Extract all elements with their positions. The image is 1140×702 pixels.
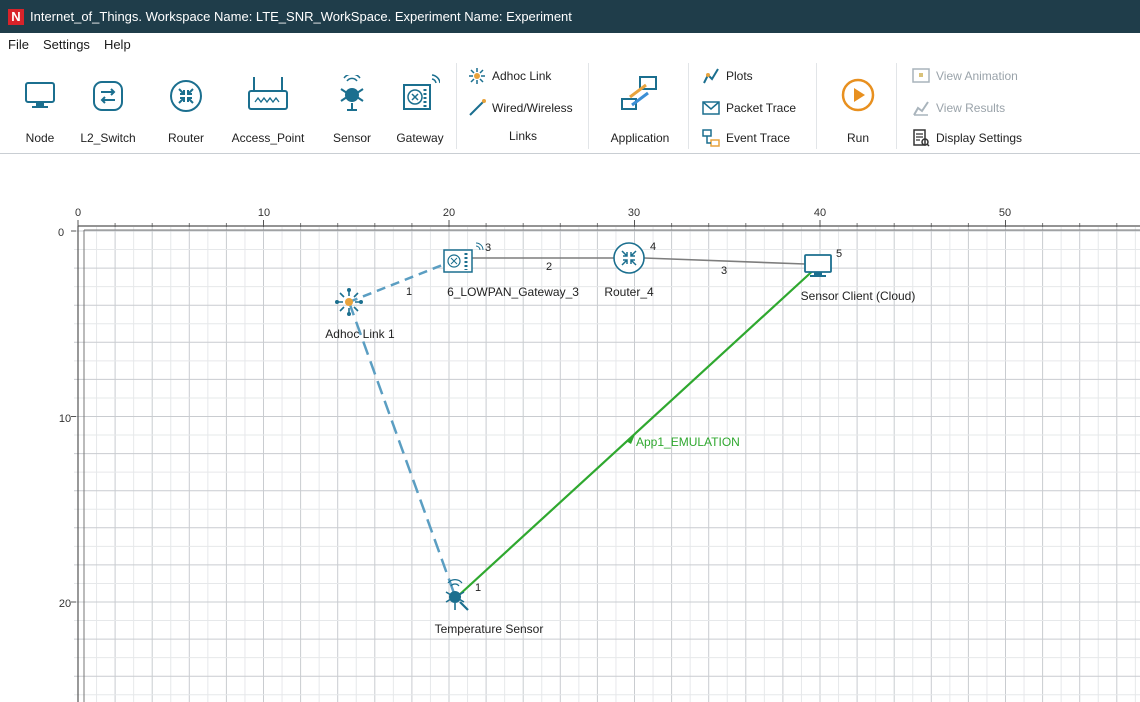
router-label: Router <box>167 131 205 145</box>
adhoc-link-label: Adhoc Link <box>492 69 552 83</box>
x-tick-10: 10 <box>258 207 270 219</box>
view-results-button[interactable]: View Results <box>912 99 1005 117</box>
gateway-label: Gateway <box>396 131 444 145</box>
display-settings-label: Display Settings <box>936 131 1023 145</box>
ribbon-separator <box>816 63 817 149</box>
menu-file[interactable]: File <box>8 37 29 52</box>
ribbon-separator <box>456 63 457 149</box>
display-settings-icon <box>913 129 930 147</box>
adhoc-link-button[interactable]: Adhoc Link <box>468 67 551 85</box>
animation-icon <box>912 68 930 83</box>
links-group-label: Links <box>509 129 537 143</box>
packet-trace-icon <box>702 101 720 115</box>
wired-link-icon <box>469 99 486 116</box>
y-tick-20: 20 <box>59 598 71 610</box>
adhoc-link-label: Adhoc Link 1 <box>325 327 395 341</box>
gateway-label: 6_LOWPAN_Gateway_3 <box>447 285 579 299</box>
ribbon-separator <box>896 63 897 149</box>
router-icon <box>170 80 202 112</box>
x-tick-0: 0 <box>75 207 81 219</box>
x-tick-30: 30 <box>628 207 640 219</box>
title-bar: N Internet_of_Things. Workspace Name: LT… <box>0 0 1140 33</box>
gateway-button[interactable]: Gateway <box>390 55 450 151</box>
x-tick-50: 50 <box>999 207 1011 219</box>
sensor-client-id: 5 <box>836 248 842 260</box>
ribbon-toolbar: Node L2_Switch Router Access_Point Senso… <box>0 55 1140 154</box>
l2-switch-label: L2_Switch <box>80 131 136 145</box>
y-tick-0: 0 <box>58 227 64 239</box>
display-settings-button[interactable]: Display Settings <box>912 129 1022 147</box>
event-trace-button[interactable]: Event Trace <box>702 129 790 147</box>
access-point-icon <box>248 77 288 110</box>
wired-wireless-label: Wired/Wireless <box>492 101 573 115</box>
window-title: Internet_of_Things. Workspace Name: LTE_… <box>30 9 572 24</box>
link-3-number: 3 <box>721 265 727 277</box>
run-button[interactable]: Run <box>828 55 888 151</box>
ribbon-separator <box>588 63 589 149</box>
adhoc-link-icon <box>469 68 485 84</box>
sensor-label: Sensor <box>332 131 372 145</box>
plots-label: Plots <box>726 69 753 83</box>
y-tick-10: 10 <box>59 413 71 425</box>
application-label: Application <box>610 131 670 145</box>
adhoc-link-node[interactable] <box>335 288 363 316</box>
results-icon <box>913 101 929 116</box>
router-id: 4 <box>650 241 656 253</box>
adhoc-link-to-sensor[interactable] <box>347 301 457 597</box>
links-label: Links <box>509 129 538 143</box>
event-trace-icon <box>702 129 720 147</box>
wired-wireless-button[interactable]: Wired/Wireless <box>468 99 573 117</box>
sensor-button[interactable]: Sensor <box>322 55 382 151</box>
view-results-label: View Results <box>936 101 1006 115</box>
monitor-icon <box>25 82 55 108</box>
run-label: Run <box>846 131 869 145</box>
link-2-number: 2 <box>546 261 552 273</box>
router-label: Router_4 <box>604 285 654 299</box>
design-canvas[interactable]: 0 10 20 30 40 50 0 10 20 1 2 3 3 6_LOWPA… <box>0 154 1140 702</box>
x-tick-40: 40 <box>814 207 826 219</box>
plots-icon <box>703 68 719 84</box>
packet-trace-button[interactable]: Packet Trace <box>702 99 796 117</box>
l2-switch-button[interactable]: L2_Switch <box>76 55 140 151</box>
event-trace-label: Event Trace <box>726 131 791 145</box>
sensor-icon <box>340 75 364 111</box>
packet-trace-label: Packet Trace <box>726 101 797 115</box>
sensor-client-label: Sensor Client (Cloud) <box>801 289 916 303</box>
application-icon <box>621 76 657 110</box>
node-button[interactable]: Node <box>14 55 66 151</box>
access-point-button[interactable]: Access_Point <box>226 55 310 151</box>
link-1-number: 1 <box>406 286 412 298</box>
view-animation-label: View Animation <box>936 69 1018 83</box>
temperature-sensor-label: Temperature Sensor <box>435 622 544 636</box>
app-logo-icon: N <box>8 8 24 25</box>
router-node[interactable] <box>613 242 645 274</box>
menu-settings[interactable]: Settings <box>43 37 90 52</box>
x-tick-20: 20 <box>443 207 455 219</box>
plots-button[interactable]: Plots <box>702 67 753 85</box>
play-icon <box>841 78 875 112</box>
gateway-id: 3 <box>485 242 491 254</box>
menu-help[interactable]: Help <box>104 37 131 52</box>
application-label: App1_EMULATION <box>636 435 740 449</box>
adhoc-link-to-gateway[interactable] <box>348 258 456 304</box>
access-point-label: Access_Point <box>231 131 305 145</box>
router-button[interactable]: Router <box>158 55 214 151</box>
temperature-sensor-id: 1 <box>475 582 481 594</box>
view-animation-button[interactable]: View Animation <box>912 67 1018 85</box>
application-button[interactable]: Application <box>600 55 680 151</box>
menu-bar: File Settings Help <box>0 33 1140 55</box>
node-label: Node <box>25 131 55 145</box>
gateway-icon <box>403 74 440 110</box>
wired-link-3[interactable] <box>643 257 806 265</box>
ribbon-separator <box>688 63 689 149</box>
switch-icon <box>93 81 123 111</box>
